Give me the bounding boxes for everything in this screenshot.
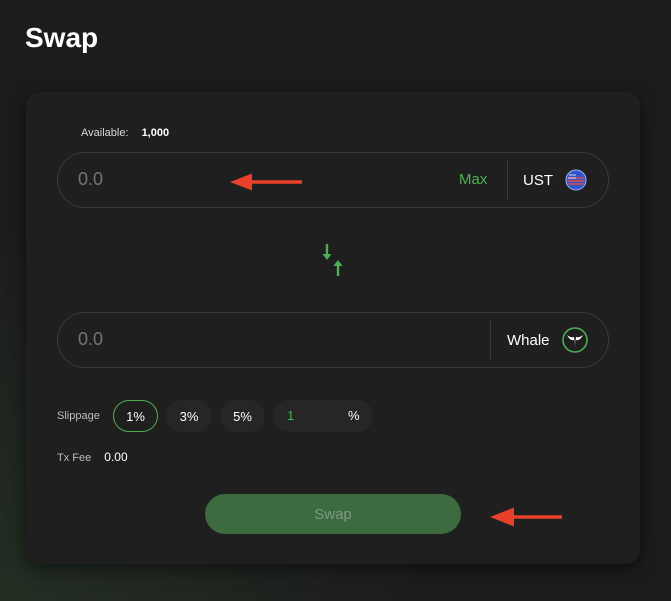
max-button[interactable]: Max	[459, 171, 487, 188]
to-token-selector[interactable]: Whale	[507, 313, 588, 367]
tx-fee: Tx Fee 0.00	[57, 450, 128, 464]
from-token-selector[interactable]: UST	[523, 153, 587, 207]
available-label: Available:	[81, 127, 129, 139]
swap-direction-icon[interactable]	[321, 242, 345, 278]
us-flag-globe-icon	[565, 169, 587, 191]
to-token-label: Whale	[507, 331, 550, 349]
slippage-option-3[interactable]: 3%	[166, 400, 212, 432]
field-divider	[507, 160, 508, 200]
slippage-option-1[interactable]: 1%	[113, 400, 158, 432]
slippage-label: Slippage	[57, 410, 100, 422]
from-token-label: UST	[523, 171, 553, 189]
tx-fee-value: 0.00	[104, 450, 128, 464]
available-value: 1,000	[141, 127, 170, 139]
swap-card: Available: 1,000 Max UST	[26, 92, 640, 564]
annotation-arrow-icon	[490, 507, 562, 527]
custom-slippage-unit: %	[348, 408, 360, 423]
whale-tail-icon	[561, 327, 588, 353]
custom-slippage-field: %	[273, 400, 373, 432]
annotation-arrow-icon	[230, 173, 302, 191]
from-amount-field: Max UST	[57, 152, 609, 208]
to-amount-field: Whale	[57, 312, 609, 368]
available-balance: Available: 1,000	[81, 127, 169, 139]
field-divider	[490, 320, 491, 360]
slippage-option-5[interactable]: 5%	[220, 400, 265, 432]
to-amount-input[interactable]	[78, 329, 278, 350]
custom-slippage-input[interactable]	[287, 408, 327, 423]
swap-button[interactable]: Swap	[205, 494, 461, 534]
tx-fee-label: Tx Fee	[57, 452, 92, 464]
page-title: Swap	[25, 22, 99, 53]
